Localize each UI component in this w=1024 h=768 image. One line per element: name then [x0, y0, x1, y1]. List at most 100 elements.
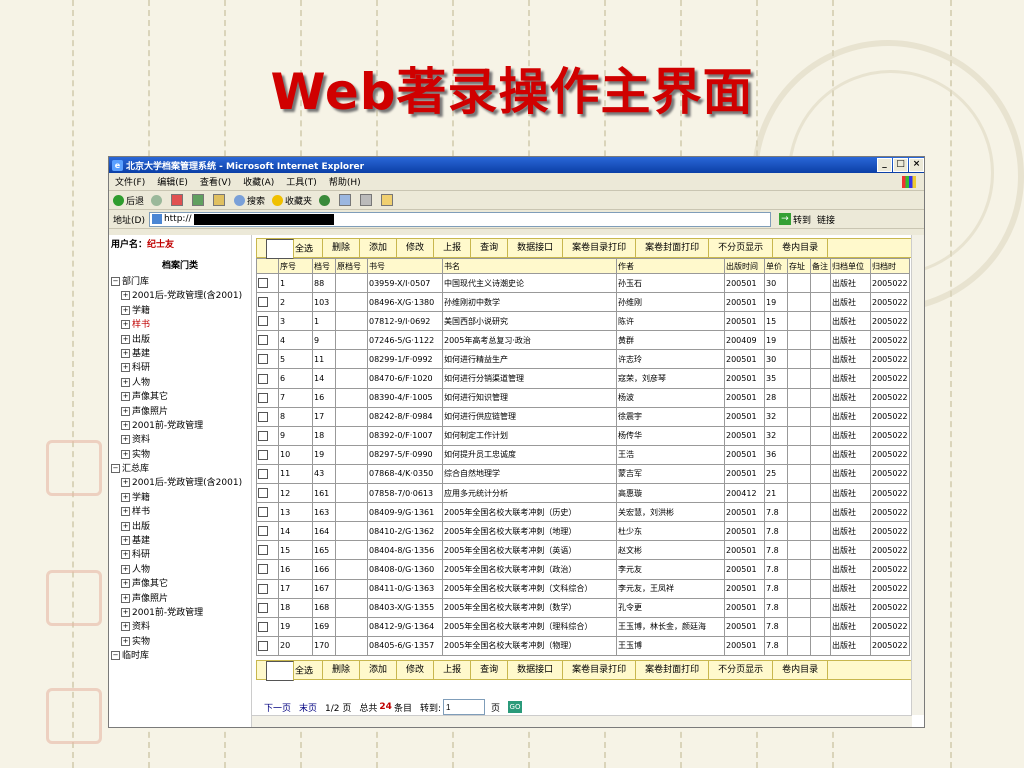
close-button[interactable]: × — [909, 158, 924, 172]
expand-icon[interactable]: + — [121, 507, 130, 517]
tree-group[interactable]: − 汇总库 — [111, 462, 251, 476]
back-button[interactable]: 后退 — [113, 194, 144, 207]
expand-icon[interactable]: + — [121, 291, 130, 301]
collapse-icon[interactable]: − — [111, 277, 120, 286]
expand-icon[interactable]: + — [121, 550, 130, 560]
table-row[interactable]: 8 17 08242-8/F·0984 如何进行供应链管理 徐震宇 200501 32 出版社… — [256, 406, 910, 427]
row-checkbox[interactable] — [258, 545, 268, 556]
expand-icon[interactable]: + — [121, 564, 130, 574]
table-row[interactable]: 10 19 08297-5/F·0990 如何提升员工忠诚度 王浩 200501 36 出版社… — [256, 444, 910, 465]
row-checkbox[interactable] — [258, 354, 268, 365]
column-header[interactable]: 存址 — [787, 258, 811, 274]
column-header[interactable]: 原档号 — [335, 258, 368, 274]
tree-item[interactable]: + 科研 — [121, 361, 251, 375]
action-button[interactable]: 删除 — [323, 660, 361, 679]
stop-button[interactable] — [171, 194, 185, 206]
action-button[interactable]: 案卷目录打印 — [563, 660, 637, 679]
tree-item[interactable]: +2001后-党政管理(含2001) — [121, 476, 251, 490]
history-button[interactable] — [319, 194, 332, 206]
tree-item[interactable]: + 资料 — [121, 433, 251, 447]
table-row[interactable]: 6 14 08470-6/F·1020 如何进行分销渠道管理 寇荣，刘彦琴 200501 3… — [256, 368, 910, 389]
tree-item[interactable]: + 人物 — [121, 563, 251, 577]
window-titlebar[interactable]: e 北京大学档案管理系统 - Microsoft Internet Explor… — [109, 157, 924, 173]
action-button[interactable]: 数据接口 — [508, 660, 564, 679]
table-row[interactable]: 3 1 07812-9/I·0692 美国西部小说研究 陈许 200501 15 出版社 200… — [256, 311, 910, 332]
action-button[interactable]: 卷内目录 — [773, 660, 829, 679]
table-row[interactable]: 13 163 08409-9/G·1361 2005年全国名校大联考冲刺（历史） 关宏慧… — [256, 502, 910, 523]
action-button[interactable]: 上报 — [434, 660, 472, 679]
column-header[interactable]: 单价 — [764, 258, 788, 274]
tree-item[interactable]: + 声像照片 — [121, 592, 251, 606]
row-checkbox[interactable] — [258, 335, 268, 346]
select-all-button[interactable]: 全选 — [257, 660, 324, 681]
column-header[interactable]: 书名 — [442, 258, 617, 274]
column-header[interactable] — [256, 258, 279, 274]
column-header[interactable]: 作者 — [616, 258, 725, 274]
mail-button[interactable] — [339, 194, 353, 206]
table-row[interactable]: 14 164 08410-2/G·1362 2005年全国名校大联考冲刺（地理） 杜少东… — [256, 521, 910, 542]
column-header[interactable]: 备注 — [810, 258, 831, 274]
column-header[interactable]: 归档单位 — [830, 258, 871, 274]
action-button[interactable]: 删除 — [323, 239, 361, 257]
menu-edit[interactable]: 编辑(E) — [157, 175, 188, 188]
tree-group[interactable]: − 部门库 — [111, 275, 251, 289]
home-button[interactable] — [213, 194, 227, 206]
action-button[interactable]: 案卷封面打印 — [636, 239, 710, 257]
tree-group[interactable]: − 临时库 — [111, 649, 251, 663]
folder-button[interactable] — [381, 194, 395, 206]
expand-icon[interactable]: + — [121, 636, 130, 646]
table-row[interactable]: 17 167 08411-0/G·1363 2005年全国名校大联考冲刺（文科综合）李… — [256, 578, 910, 599]
tree-item[interactable]: + 样书 — [121, 505, 251, 519]
tree-item[interactable]: + 实物 — [121, 635, 251, 649]
menu-view[interactable]: 查看(V) — [200, 175, 231, 188]
row-checkbox[interactable] — [258, 297, 268, 308]
table-row[interactable]: 9 18 08392-0/F·1007 如何制定工作计划 杨传华 200501 32 出版社 2… — [256, 425, 910, 446]
expand-icon[interactable]: + — [121, 435, 130, 445]
row-checkbox[interactable] — [258, 507, 268, 518]
menu-file[interactable]: 文件(F) — [115, 175, 145, 188]
tree-item[interactable]: + 实物 — [121, 448, 251, 462]
tree-item[interactable]: + 资料 — [121, 620, 251, 634]
select-all-checkbox[interactable] — [266, 660, 294, 681]
expand-icon[interactable]: + — [121, 420, 130, 430]
tree-item[interactable]: + 样书 — [121, 318, 251, 332]
table-row[interactable]: 7 16 08390-4/F·1005 如何进行知识管理 杨波 200501 28 出版社 20… — [256, 387, 910, 408]
address-input[interactable]: http:// — [148, 211, 771, 227]
row-checkbox[interactable] — [258, 468, 268, 479]
tree-item[interactable]: + 出版 — [121, 333, 251, 347]
tree-item[interactable]: + 人物 — [121, 376, 251, 390]
table-row[interactable]: 12 161 07858-7/0·0613 应用多元统计分析 高惠璇 200412 21 出版… — [256, 483, 910, 504]
action-button[interactable]: 查询 — [471, 239, 509, 257]
row-checkbox[interactable] — [258, 564, 268, 575]
minimize-button[interactable]: _ — [877, 158, 892, 172]
menu-favorites[interactable]: 收藏(A) — [243, 175, 274, 188]
action-button[interactable]: 添加 — [360, 660, 398, 679]
table-row[interactable]: 19 169 08412-9/G·1364 2005年全国名校大联考冲刺（理科综合）王… — [256, 616, 910, 637]
table-row[interactable]: 20 170 08405-6/G·1357 2005年全国名校大联考冲刺（物理） 王玉博… — [256, 635, 910, 656]
tree-item[interactable]: +2001后-党政管理(含2001) — [121, 289, 251, 303]
forward-button[interactable] — [151, 194, 164, 206]
tree-item[interactable]: + 学籍 — [121, 491, 251, 505]
expand-icon[interactable]: + — [121, 607, 130, 617]
expand-icon[interactable]: + — [121, 377, 130, 387]
menu-tools[interactable]: 工具(T) — [286, 175, 317, 188]
action-button[interactable]: 案卷封面打印 — [636, 660, 710, 679]
next-page-link[interactable]: 下一页 — [264, 701, 291, 714]
expand-icon[interactable]: + — [121, 449, 130, 459]
print-button[interactable] — [360, 194, 374, 206]
expand-icon[interactable]: + — [121, 305, 130, 315]
tree-item[interactable]: + 声像其它 — [121, 390, 251, 404]
action-button[interactable]: 修改 — [397, 660, 435, 679]
links-button[interactable]: 链接 — [817, 213, 835, 226]
action-button[interactable]: 查询 — [471, 660, 509, 679]
action-button[interactable]: 添加 — [360, 239, 398, 257]
row-checkbox[interactable] — [258, 602, 268, 613]
table-row[interactable]: 15 165 08404-8/G·1356 2005年全国名校大联考冲刺（英语） 赵文彬… — [256, 540, 910, 561]
row-checkbox[interactable] — [258, 373, 268, 384]
horizontal-scrollbar[interactable] — [252, 715, 912, 727]
row-checkbox[interactable] — [258, 488, 268, 499]
expand-icon[interactable]: + — [121, 348, 130, 358]
tree-item[interactable]: + 声像照片 — [121, 405, 251, 419]
select-all-checkbox[interactable] — [266, 239, 294, 259]
select-all-button[interactable]: 全选 — [257, 239, 324, 259]
